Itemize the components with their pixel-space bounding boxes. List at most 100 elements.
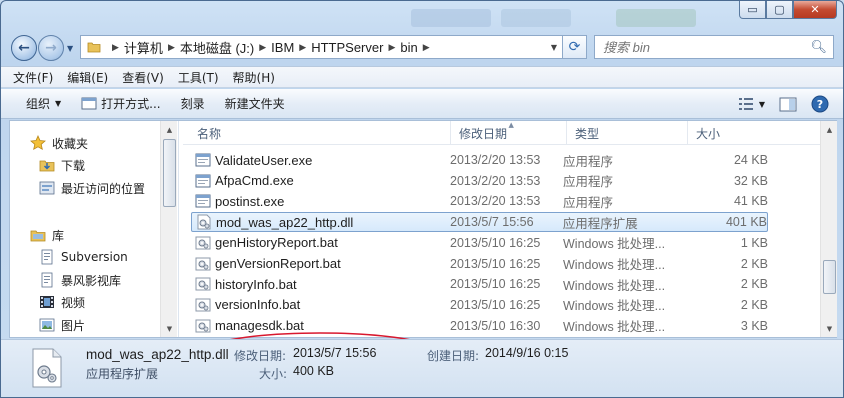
forward-button[interactable]: →: [38, 35, 64, 61]
organize-button[interactable]: 组织 ▼: [26, 95, 61, 112]
nav-recent-label: 最近访问的位置: [61, 181, 146, 196]
file-row[interactable]: managesdk.bat 2013/5/10 16:30 Windows 批处理.…: [191, 316, 768, 336]
open-with-button[interactable]: 打开方式...: [81, 95, 161, 112]
nav-downloads[interactable]: 下载: [39, 155, 85, 175]
file-row[interactable]: AfpaCmd.exe 2013/2/20 13:53 应用程序 32 KB: [191, 171, 768, 191]
back-button[interactable]: ←: [11, 35, 37, 61]
nav-libraries[interactable]: 库: [30, 225, 64, 245]
new-folder-button[interactable]: 新建文件夹: [225, 95, 285, 112]
file-name: genHistoryReport.bat: [215, 235, 338, 251]
column-header-name[interactable]: 名称: [183, 121, 451, 145]
library-icon: [30, 227, 46, 243]
file-type: 应用程序: [563, 175, 614, 190]
title-bar[interactable]: ▭ ▢ ✕: [1, 1, 843, 31]
background-window-ghost: [411, 9, 491, 27]
star-icon: [30, 135, 46, 151]
file-size: 2 KB: [740, 277, 768, 292]
file-date: 2013/2/20 13:53: [450, 173, 541, 188]
change-view-button[interactable]: ▼: [738, 97, 765, 111]
nav-favorites[interactable]: 收藏夹: [30, 133, 88, 153]
nav-subversion[interactable]: Subversion: [39, 247, 128, 267]
menu-help[interactable]: 帮助(H): [233, 69, 275, 86]
breadcrumb-ibm[interactable]: IBM ▶: [271, 40, 311, 55]
file-row[interactable]: versionInfo.bat 2013/5/10 16:25 Windows 批处…: [191, 295, 768, 315]
file-row[interactable]: ValidateUser.exe 2013/2/20 13:53 应用程序 24 KB: [191, 150, 768, 170]
organize-label: 组织: [26, 97, 51, 111]
menu-tools[interactable]: 工具(T): [178, 69, 219, 86]
menu-file[interactable]: 文件(F): [13, 69, 53, 86]
search-input[interactable]: [603, 39, 803, 55]
pane-splitter[interactable]: [178, 121, 182, 337]
breadcrumb-bin[interactable]: bin ▶: [400, 40, 434, 55]
breadcrumb-computer[interactable]: 计算机 ▶: [124, 38, 180, 57]
nav-scrollbar[interactable]: ▲ ▼: [160, 121, 177, 337]
address-history-dropdown[interactable]: ▼: [546, 43, 562, 52]
sort-ascending-icon: ▲: [508, 121, 514, 129]
details-file-name: mod_was_ap22_http.dll: [86, 347, 229, 362]
breadcrumb-httpserver[interactable]: HTTPServer ▶: [311, 40, 400, 55]
bat-icon: [195, 235, 211, 251]
preview-pane-button[interactable]: [779, 97, 797, 112]
file-row[interactable]: historyInfo.bat 2013/5/10 16:25 Windows 批处…: [191, 274, 768, 294]
bat-icon: [195, 318, 211, 334]
maximize-button[interactable]: ▢: [766, 1, 793, 19]
close-button[interactable]: ✕: [793, 1, 837, 19]
explorer-window: ▭ ▢ ✕ ← → ▼ ▶ 计算机 ▶ 本地磁盘 (J:) ▶ IBM ▶ HTTPS…: [0, 0, 844, 398]
film-icon: [39, 294, 55, 310]
file-size: 1 KB: [740, 235, 768, 250]
scroll-up-icon[interactable]: ▲: [821, 121, 838, 138]
file-date: 2013/2/20 13:53: [450, 153, 541, 167]
scroll-up-icon[interactable]: ▲: [161, 121, 178, 138]
file-name-cell: AfpaCmd.exe: [191, 173, 443, 189]
file-type: Windows 批处理...: [563, 258, 666, 272]
nav-pictures-label: 图片: [61, 318, 86, 333]
exe-icon: [195, 173, 211, 189]
file-name: postinst.exe: [215, 193, 285, 209]
file-list-scrollbar[interactable]: ▲ ▼: [820, 121, 837, 337]
navigation-pane: 收藏夹 下载 最近访问的位置 库 Subversion 暴风影视库 视频 图片 …: [10, 121, 178, 337]
nav-baofeng-library[interactable]: 暴风影视库: [39, 270, 121, 290]
minimize-button[interactable]: ▭: [739, 1, 766, 19]
file-row[interactable]: genVersionReport.bat 2013/5/10 16:25 Windo…: [191, 254, 768, 274]
file-name-cell: ValidateUser.exe: [191, 152, 443, 168]
file-size: 41 KB: [733, 194, 768, 209]
file-date: 2013/5/10 16:25: [450, 297, 541, 312]
search-icon[interactable]: 🔍︎: [810, 40, 827, 55]
address-bar[interactable]: ▶ 计算机 ▶ 本地磁盘 (J:) ▶ IBM ▶ HTTPServer ▶ bin ▶ …: [80, 35, 563, 59]
search-box[interactable]: 🔍︎: [594, 35, 834, 59]
file-name: managesdk.bat: [215, 318, 304, 334]
nav-pictures[interactable]: 图片: [39, 315, 85, 335]
file-row[interactable]: genHistoryReport.bat 2013/5/10 16:25 Windo…: [191, 233, 768, 253]
column-header-size[interactable]: 大小: [688, 121, 816, 145]
burn-button[interactable]: 刻录: [181, 95, 205, 112]
menu-view[interactable]: 查看(V): [122, 69, 164, 86]
menu-edit[interactable]: 编辑(E): [67, 69, 108, 86]
chevron-right-icon: ▶: [299, 41, 307, 52]
help-button[interactable]: ?: [811, 95, 829, 113]
bat-icon: [195, 276, 211, 292]
nav-videos-label: 视频: [61, 295, 86, 310]
file-type: 应用程序: [563, 154, 614, 169]
file-name-cell: mod_was_ap22_http.dll: [192, 214, 443, 230]
open-with-label: 打开方式...: [101, 97, 161, 111]
nav-recent-places[interactable]: 最近访问的位置: [39, 178, 145, 198]
content-area: 收藏夹 下载 最近访问的位置 库 Subversion 暴风影视库 视频 图片 …: [9, 120, 837, 376]
arrow-right-icon: →: [45, 40, 57, 56]
file-list-scroll-thumb[interactable]: [823, 260, 836, 294]
refresh-button[interactable]: ⟳: [563, 35, 587, 59]
file-name: ValidateUser.exe: [215, 152, 313, 168]
scroll-down-icon[interactable]: ▼: [161, 320, 178, 337]
file-row[interactable]: postinst.exe 2013/2/20 13:53 应用程序 41 KB: [191, 191, 768, 211]
picture-icon: [39, 317, 55, 333]
file-name: AfpaCmd.exe: [215, 173, 294, 189]
column-header-date[interactable]: ▲ 修改日期: [451, 121, 567, 145]
recent-pages-dropdown[interactable]: ▼: [67, 44, 73, 53]
breadcrumb-drive[interactable]: 本地磁盘 (J:) ▶: [180, 38, 271, 57]
chevron-down-icon: ▼: [758, 99, 765, 109]
nav-scroll-thumb[interactable]: [163, 139, 176, 207]
file-name-cell: managesdk.bat: [191, 318, 443, 334]
scroll-down-icon[interactable]: ▼: [821, 320, 838, 337]
file-row-selected[interactable]: mod_was_ap22_http.dll 2013/5/7 15:56 应用程序扩…: [191, 212, 768, 233]
nav-videos[interactable]: 视频: [39, 292, 85, 312]
column-header-type[interactable]: 类型: [567, 121, 688, 145]
